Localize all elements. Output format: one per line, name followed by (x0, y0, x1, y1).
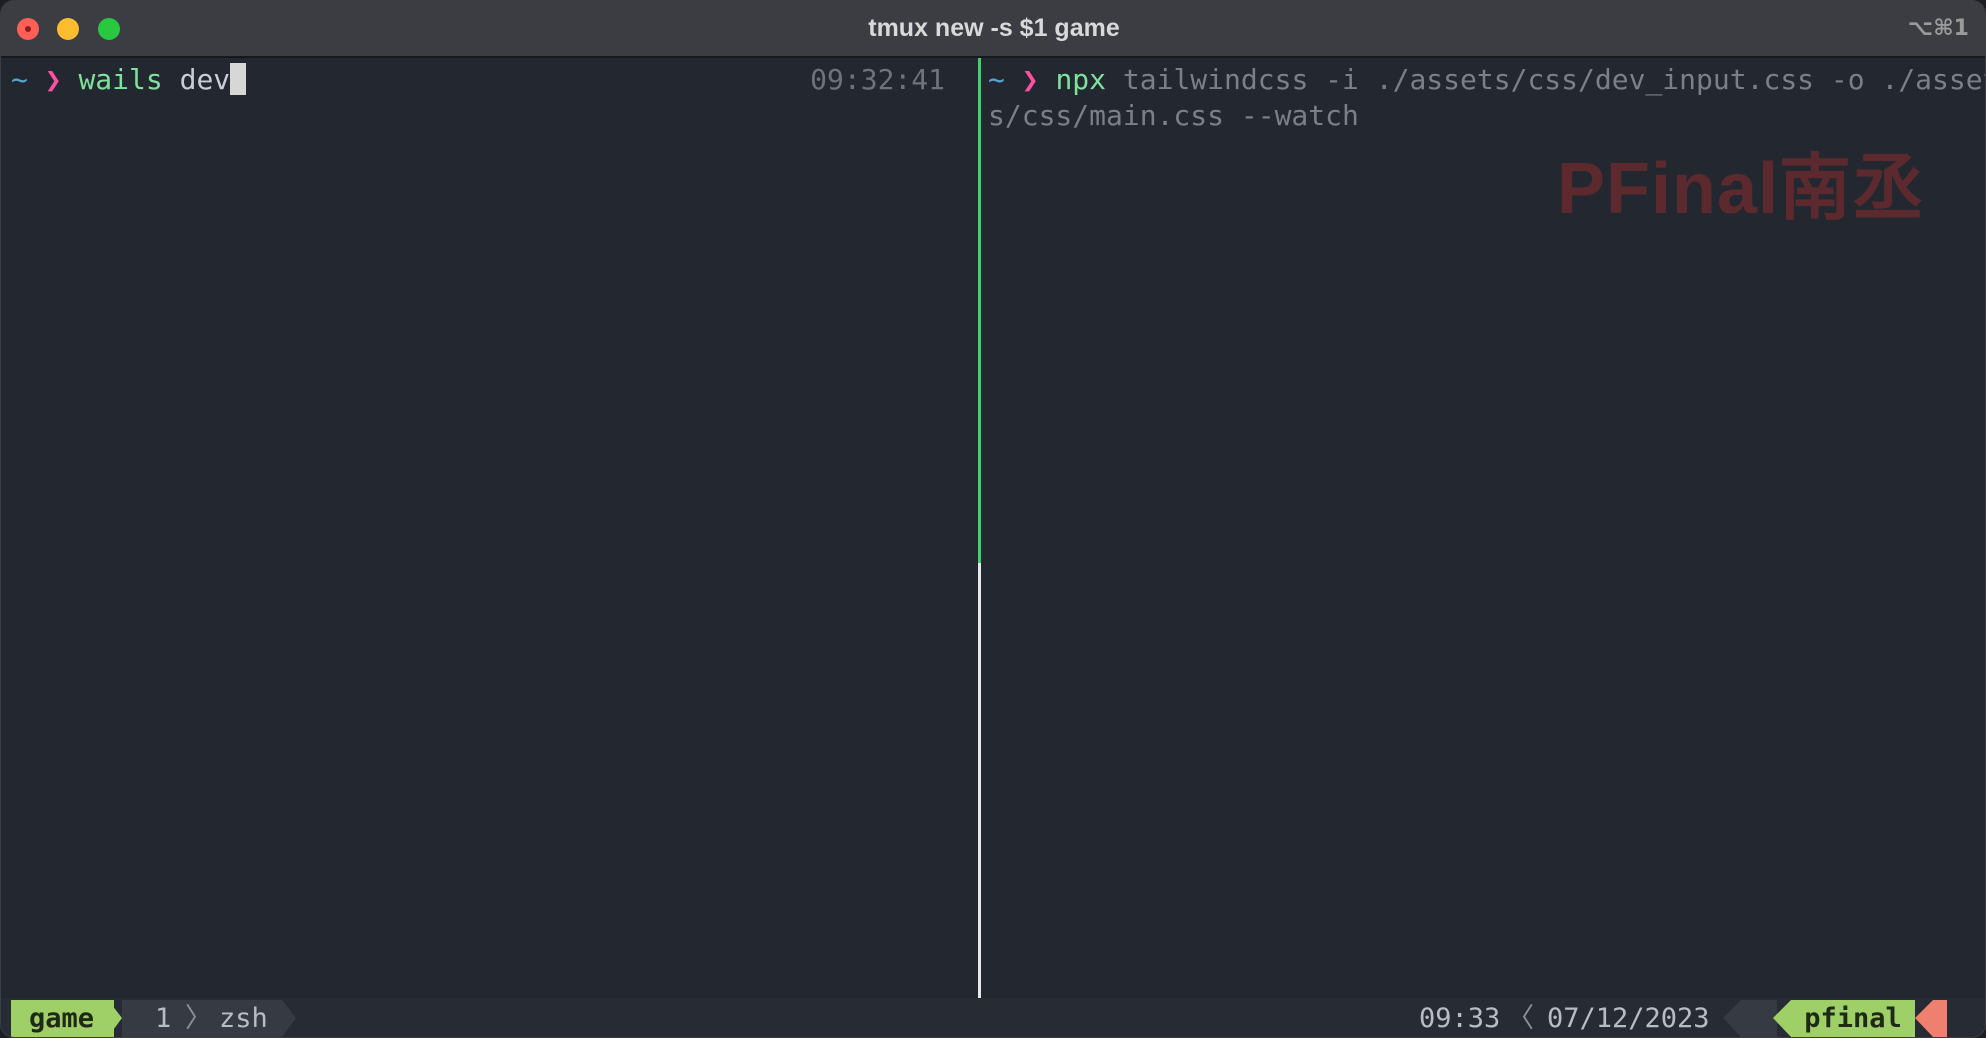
prompt-home: ~ (988, 63, 1005, 96)
text-cursor (230, 63, 247, 95)
prompt-home: ~ (11, 63, 28, 96)
status-date: 07/12/2023 (1547, 1003, 1710, 1034)
left-command-args: dev (162, 63, 231, 96)
right-command-args-1: tailwindcss -i ./assets/css/dev_input.cs… (1106, 63, 1986, 96)
left-prompt-line[interactable]: ~ ❯ wails dev (11, 62, 247, 98)
title-bar[interactable]: tmux new -s $1 game ⌥⌘1 (1, 1, 1985, 58)
window-title: tmux new -s $1 game (868, 14, 1120, 42)
right-command: npx (1055, 63, 1107, 96)
host-name: pfinal (1791, 1000, 1915, 1037)
prompt-arrow-icon: ❯ (44, 63, 62, 96)
right-command-args-2: s/css/main.css --watch (988, 99, 1359, 132)
chevron-right-icon: 〉 (185, 1003, 212, 1034)
host-separator-icon (1773, 1000, 1791, 1037)
status-separator-icon (1723, 1000, 1741, 1037)
session-separator-icon (108, 1000, 122, 1037)
left-command: wails (78, 63, 163, 96)
status-end-cap-icon (1915, 1000, 1933, 1037)
window-separator-icon (282, 1000, 296, 1037)
watermark-logo: PFinal南丞 (1557, 149, 1926, 229)
status-time: 09:33 (1419, 1003, 1501, 1034)
left-pane[interactable]: ~ ❯ wails dev 09:32:41 (1, 58, 979, 998)
window-shortcut: ⌥⌘1 (1907, 16, 1969, 41)
left-pane-clock: 09:32:41 (810, 63, 945, 96)
window-name[interactable]: zsh (219, 1000, 268, 1037)
session-name[interactable]: game (11, 1000, 115, 1037)
tmux-status-bar: game 1 〉 zsh 09:33 〈 07/12/2023 pfinal (1, 998, 1985, 1037)
status-separator-block (1741, 1000, 1777, 1037)
prompt-arrow-icon: ❯ (1021, 63, 1039, 96)
chevron-left-icon: 〈 (1507, 1003, 1534, 1034)
status-end-cap (1933, 1000, 1947, 1037)
terminal-window: tmux new -s $1 game ⌥⌘1 Your life don`t … (0, 0, 1986, 1038)
window-index[interactable]: 1 (155, 1000, 171, 1037)
right-prompt-line-1[interactable]: ~ ❯ npx tailwindcss -i ./assets/css/dev_… (988, 62, 1986, 98)
